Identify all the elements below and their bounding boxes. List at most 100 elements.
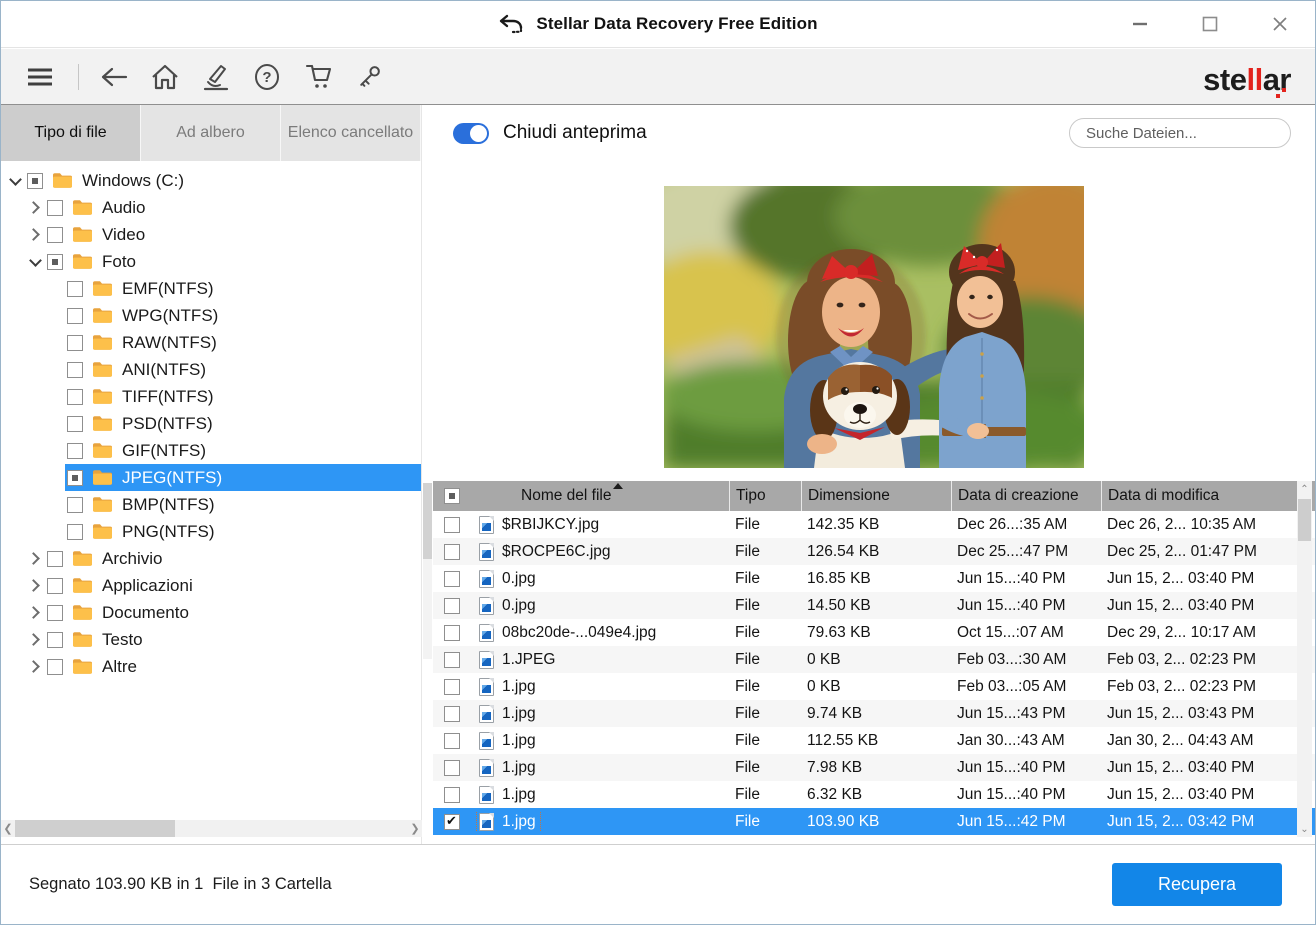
tree-vertical-scrollbar[interactable] xyxy=(423,483,432,659)
row-checkbox[interactable] xyxy=(444,787,460,803)
tree-item[interactable]: GIF(NTFS) xyxy=(1,437,421,464)
tree-expander[interactable] xyxy=(25,657,45,677)
tree-expander[interactable] xyxy=(45,468,65,488)
table-row[interactable]: $ROCPE6C.jpg File 126.54 KB Dec 25...:47… xyxy=(433,538,1315,565)
tree-expander[interactable] xyxy=(45,414,65,434)
tree-expander[interactable] xyxy=(5,171,25,191)
tree-expander[interactable] xyxy=(45,441,65,461)
tree-checkbox[interactable] xyxy=(67,416,83,432)
tree-hscroll-thumb[interactable] xyxy=(15,820,175,837)
tree-expander[interactable] xyxy=(45,387,65,407)
preview-toggle[interactable] xyxy=(453,123,489,144)
tree-item[interactable]: BMP(NTFS) xyxy=(1,491,421,518)
row-checkbox[interactable] xyxy=(444,652,460,668)
tree-item[interactable]: Documento xyxy=(1,599,421,626)
tree-checkbox[interactable] xyxy=(67,524,83,540)
table-row[interactable]: 1.jpg File 112.55 KB Jan 30...:43 AM Jan… xyxy=(433,727,1315,754)
header-select-all-checkbox-cell[interactable] xyxy=(433,481,471,511)
tree-horizontal-scrollbar[interactable]: ❮ ❯ xyxy=(1,820,422,837)
tree-checkbox[interactable] xyxy=(27,173,43,189)
tree-item[interactable]: Archivio xyxy=(1,545,421,572)
table-vscroll-thumb[interactable] xyxy=(1298,499,1311,541)
tree-checkbox[interactable] xyxy=(67,470,83,486)
row-checkbox[interactable] xyxy=(444,814,460,830)
row-checkbox[interactable] xyxy=(444,571,460,587)
header-modified[interactable]: Data di modifica xyxy=(1101,481,1315,511)
tree-item[interactable]: Video xyxy=(1,221,421,248)
row-checkbox[interactable] xyxy=(444,733,460,749)
tab-ad-albero[interactable]: Ad albero xyxy=(141,105,281,161)
header-created[interactable]: Data di creazione xyxy=(951,481,1101,511)
row-checkbox[interactable] xyxy=(444,760,460,776)
tree-expander[interactable] xyxy=(45,495,65,515)
tree-expander[interactable] xyxy=(25,630,45,650)
tree-item[interactable]: PSD(NTFS) xyxy=(1,410,421,437)
tree-item[interactable]: ANI(NTFS) xyxy=(1,356,421,383)
row-checkbox[interactable] xyxy=(444,706,460,722)
tree-checkbox[interactable] xyxy=(67,443,83,459)
tree-checkbox[interactable] xyxy=(47,605,63,621)
home-button[interactable] xyxy=(150,62,180,92)
tree-expander[interactable] xyxy=(45,522,65,542)
tree-item[interactable]: Altre xyxy=(1,653,421,680)
header-name[interactable]: Nome del file xyxy=(471,481,729,511)
tree-item[interactable]: TIFF(NTFS) xyxy=(1,383,421,410)
tree-item[interactable]: Foto xyxy=(1,248,421,275)
row-checkbox[interactable] xyxy=(444,679,460,695)
tab-tipo-di-file[interactable]: Tipo di file xyxy=(1,105,141,161)
close-button[interactable] xyxy=(1245,1,1315,47)
tree-expander[interactable] xyxy=(25,225,45,245)
recover-button[interactable]: Recupera xyxy=(1112,863,1282,906)
cart-button[interactable] xyxy=(303,62,333,92)
header-size[interactable]: Dimensione xyxy=(801,481,951,511)
table-row[interactable]: 1.jpg File 103.90 KB Jun 15...:42 PM Jun… xyxy=(433,808,1315,835)
table-vertical-scrollbar[interactable]: ⌃ ⌄ xyxy=(1297,481,1312,837)
scroll-up-arrow-icon[interactable]: ⌃ xyxy=(1297,481,1312,497)
tree-expander[interactable] xyxy=(45,306,65,326)
tree-expander[interactable] xyxy=(25,198,45,218)
minimize-button[interactable] xyxy=(1105,1,1175,47)
search-input[interactable] xyxy=(1086,125,1285,142)
table-row[interactable]: $RBIJKCY.jpg File 142.35 KB Dec 26...:35… xyxy=(433,511,1315,538)
tree-checkbox[interactable] xyxy=(67,308,83,324)
tree-expander[interactable] xyxy=(25,603,45,623)
tree-item[interactable]: Windows (C:) xyxy=(1,167,421,194)
maximize-button[interactable] xyxy=(1175,1,1245,47)
tree-checkbox[interactable] xyxy=(47,551,63,567)
menu-button[interactable] xyxy=(25,62,55,92)
table-row[interactable]: 0.jpg File 14.50 KB Jun 15...:40 PM Jun … xyxy=(433,592,1315,619)
tree-item[interactable]: Audio xyxy=(1,194,421,221)
deep-scan-button[interactable] xyxy=(201,62,231,92)
tree-item[interactable]: EMF(NTFS) xyxy=(1,275,421,302)
tree-expander[interactable] xyxy=(45,333,65,353)
table-row[interactable]: 1.jpg File 7.98 KB Jun 15...:40 PM Jun 1… xyxy=(433,754,1315,781)
tree-checkbox[interactable] xyxy=(67,335,83,351)
tree-item[interactable]: PNG(NTFS) xyxy=(1,518,421,545)
tree-expander[interactable] xyxy=(25,252,45,272)
tree-item[interactable]: JPEG(NTFS) xyxy=(1,464,421,491)
tree-checkbox[interactable] xyxy=(47,254,63,270)
tree-item[interactable]: RAW(NTFS) xyxy=(1,329,421,356)
table-row[interactable]: 1.jpg File 0 KB Feb 03...:05 AM Feb 03, … xyxy=(433,673,1315,700)
select-all-checkbox[interactable] xyxy=(444,488,460,504)
scroll-down-arrow-icon[interactable]: ⌄ xyxy=(1297,821,1312,837)
tree-checkbox[interactable] xyxy=(47,227,63,243)
row-checkbox[interactable] xyxy=(444,598,460,614)
back-button[interactable] xyxy=(99,62,129,92)
tree-checkbox[interactable] xyxy=(47,659,63,675)
tree-checkbox[interactable] xyxy=(67,281,83,297)
table-row[interactable]: 1.jpg File 6.32 KB Jun 15...:40 PM Jun 1… xyxy=(433,781,1315,808)
tree-item[interactable]: WPG(NTFS) xyxy=(1,302,421,329)
table-row[interactable]: 1.jpg File 9.74 KB Jun 15...:43 PM Jun 1… xyxy=(433,700,1315,727)
tree-checkbox[interactable] xyxy=(47,632,63,648)
tree-expander[interactable] xyxy=(25,549,45,569)
table-row[interactable]: 08bc20de-...049e4.jpg File 79.63 KB Oct … xyxy=(433,619,1315,646)
help-button[interactable]: ? xyxy=(252,62,282,92)
tree-checkbox[interactable] xyxy=(67,362,83,378)
tree-item[interactable]: Applicazioni xyxy=(1,572,421,599)
tree-vscroll-thumb[interactable] xyxy=(423,483,432,559)
tree-checkbox[interactable] xyxy=(47,578,63,594)
tree-checkbox[interactable] xyxy=(47,200,63,216)
tab-elenco-cancellato[interactable]: Elenco cancellato xyxy=(281,105,421,161)
tree-expander[interactable] xyxy=(45,360,65,380)
